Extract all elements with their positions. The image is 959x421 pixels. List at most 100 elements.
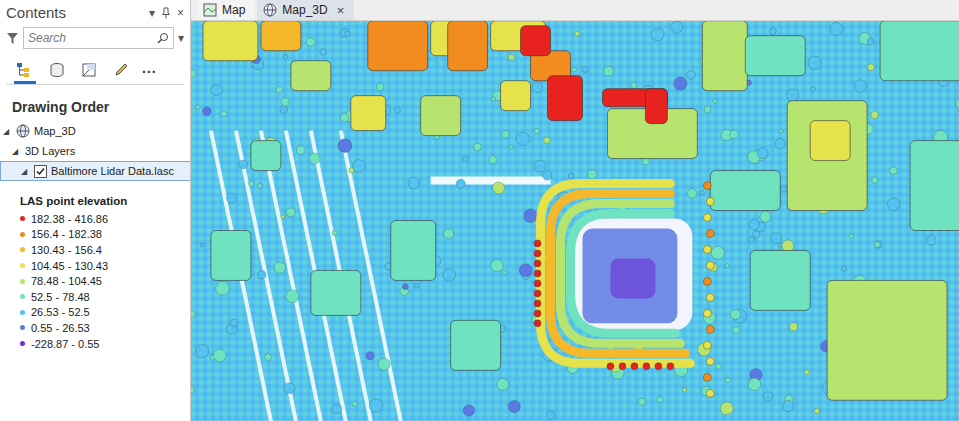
point-cluster bbox=[332, 404, 342, 414]
toolbar-button[interactable] bbox=[110, 59, 132, 84]
street bbox=[211, 131, 271, 421]
point-cluster bbox=[376, 83, 384, 91]
view-tab[interactable]: Map_3D× bbox=[257, 0, 354, 20]
point-cluster bbox=[730, 310, 740, 320]
point-cluster bbox=[280, 106, 288, 114]
toolbar-button[interactable] bbox=[46, 59, 68, 84]
point-cluster bbox=[239, 160, 248, 169]
point-cluster bbox=[749, 220, 759, 230]
point-cluster bbox=[191, 310, 195, 318]
layer-checkbox[interactable] bbox=[34, 165, 47, 178]
legend-title: LAS point elevation bbox=[20, 195, 190, 207]
expand-toggle[interactable]: ◢ bbox=[21, 167, 30, 176]
pin-icon[interactable] bbox=[161, 7, 171, 19]
more-button[interactable]: ... bbox=[142, 60, 157, 84]
point-cluster bbox=[276, 86, 282, 92]
point-cluster bbox=[257, 183, 262, 188]
pane-title: Contents bbox=[6, 4, 143, 21]
building bbox=[261, 21, 301, 51]
point-cluster bbox=[191, 386, 194, 393]
point-cluster bbox=[783, 400, 794, 411]
point-cluster bbox=[704, 106, 711, 113]
point-cluster bbox=[778, 243, 782, 247]
stadium-ring bbox=[561, 204, 681, 344]
toolbar-button[interactable] bbox=[14, 59, 36, 84]
stadium-light bbox=[534, 240, 541, 247]
point-cluster bbox=[508, 54, 514, 60]
point-cluster bbox=[353, 160, 366, 173]
point-cluster bbox=[534, 160, 546, 172]
expand-toggle[interactable]: ◢ bbox=[3, 127, 12, 136]
pane-close[interactable]: × bbox=[177, 6, 184, 20]
point-cluster bbox=[711, 246, 724, 259]
legend-row: 182.38 - 416.86 bbox=[20, 211, 190, 227]
point-cluster bbox=[502, 270, 507, 275]
building bbox=[291, 61, 331, 91]
point-cluster bbox=[926, 235, 936, 245]
point-cluster bbox=[760, 211, 771, 222]
point-cluster bbox=[502, 131, 510, 139]
point-cluster bbox=[638, 398, 645, 405]
search-icon[interactable] bbox=[157, 32, 169, 44]
point-cluster bbox=[842, 266, 847, 271]
light-pole bbox=[703, 214, 711, 222]
map-view[interactable] bbox=[191, 21, 959, 421]
legend-row: 130.43 - 156.4 bbox=[20, 242, 190, 258]
legend-label: 130.43 - 156.4 bbox=[31, 244, 102, 256]
point-cluster bbox=[651, 28, 664, 41]
point-cluster bbox=[568, 173, 574, 179]
pane-menu[interactable]: ▾ bbox=[149, 6, 155, 20]
point-cluster bbox=[403, 284, 409, 290]
point-cluster bbox=[572, 67, 577, 72]
lidar-scene[interactable] bbox=[191, 21, 959, 421]
legend-row: 52.5 - 78.48 bbox=[20, 289, 190, 305]
point-cluster bbox=[683, 388, 687, 392]
stadium-light bbox=[631, 363, 638, 370]
point-cluster bbox=[508, 400, 520, 412]
light-pole bbox=[703, 309, 711, 317]
point-cluster bbox=[713, 99, 717, 103]
tree-item[interactable]: ◢3D Layers bbox=[0, 141, 191, 161]
point-cluster bbox=[473, 143, 481, 151]
light-pole bbox=[703, 245, 711, 253]
legend: LAS point elevation 182.38 - 416.86156.4 … bbox=[0, 181, 190, 351]
search-field[interactable]: Search bbox=[23, 27, 174, 49]
tree-item[interactable]: ◢Map_3D bbox=[0, 121, 191, 141]
point-cluster bbox=[320, 49, 327, 56]
point-cluster bbox=[814, 408, 820, 414]
search-placeholder: Search bbox=[28, 31, 157, 45]
point-cluster bbox=[286, 208, 295, 217]
light-pole bbox=[703, 341, 711, 349]
point-cluster bbox=[332, 230, 337, 235]
light-pole bbox=[703, 182, 711, 190]
point-cluster bbox=[830, 22, 843, 35]
point-cluster bbox=[730, 130, 738, 138]
point-cluster bbox=[524, 209, 538, 223]
point-cluster bbox=[227, 193, 237, 203]
legend-row: 156.4 - 182.38 bbox=[20, 227, 190, 243]
scene-icon bbox=[16, 124, 30, 138]
drawing-order-heading: Drawing Order bbox=[0, 85, 190, 121]
tab-close[interactable]: × bbox=[337, 3, 345, 18]
legend-label: 78.48 - 104.45 bbox=[31, 275, 102, 287]
legend-row: 104.45 - 130.43 bbox=[20, 258, 190, 274]
point-cluster bbox=[700, 190, 705, 195]
point-cluster bbox=[674, 77, 687, 90]
search-dropdown[interactable]: ▾ bbox=[178, 31, 184, 45]
view-tab[interactable]: Map bbox=[197, 0, 255, 20]
point-cluster bbox=[771, 233, 782, 244]
point-cluster bbox=[887, 198, 900, 211]
tree-item[interactable]: ◢Baltimore Lidar Data.lasc bbox=[0, 161, 191, 181]
expand-toggle[interactable]: ◢ bbox=[12, 147, 21, 156]
point-cluster bbox=[340, 113, 348, 121]
filter-icon[interactable] bbox=[6, 32, 19, 45]
point-cluster bbox=[203, 107, 212, 116]
point-cluster bbox=[444, 229, 454, 239]
point-cluster bbox=[787, 89, 799, 101]
point-cluster bbox=[221, 111, 227, 117]
arcgis-window: Contents▾×Search▾...Drawing Order◢Map_3D… bbox=[0, 0, 959, 421]
point-cluster bbox=[808, 56, 821, 69]
toolbar-button[interactable] bbox=[78, 59, 100, 84]
light-pole bbox=[703, 373, 711, 381]
building bbox=[910, 141, 959, 231]
